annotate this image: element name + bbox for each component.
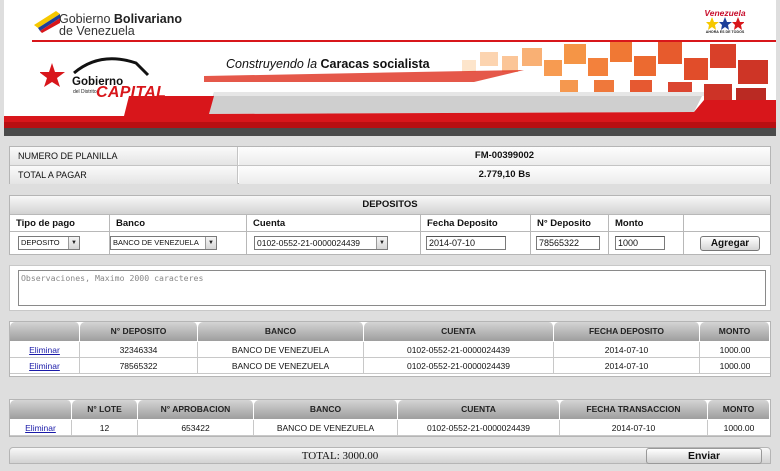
table-header-aprobacion: N° APROBACION [138, 400, 254, 419]
banco-select[interactable]: BANCO DE VENEZUELA ▼ [110, 236, 217, 250]
venezuela-flag-icon [34, 11, 60, 33]
monto-input[interactable]: 1000 [615, 236, 665, 250]
chevron-down-icon[interactable]: ▼ [68, 237, 79, 249]
summary-value: FM-00399002 [239, 147, 770, 165]
cell-numero: 78565322 [80, 358, 198, 374]
table-header-cuenta: CUENTA [364, 322, 554, 341]
agregar-button[interactable]: Agregar [700, 236, 760, 251]
cell-fecha: 2014-07-10 [554, 342, 700, 358]
table-header-action [10, 322, 80, 341]
slogan-prefix: Construyendo la [226, 57, 321, 71]
transacciones-table: N° LOTE N° APROBACION BANCO CUENTA FECHA… [9, 399, 771, 437]
table-header-lote: N° LOTE [72, 400, 138, 419]
cell-fecha: 2014-07-10 [554, 358, 700, 374]
total-bar: TOTAL: 3000.00 Enviar [9, 447, 771, 464]
depositos-row-divider [10, 231, 770, 232]
fecha-deposito-input[interactable]: 2014-07-10 [426, 236, 506, 250]
table-header-fecha: FECHA TRANSACCION [560, 400, 708, 419]
eliminar-link[interactable]: Eliminar [10, 342, 80, 358]
numero-label: N° Deposito [537, 218, 591, 229]
cell-banco: BANCO DE VENEZUELA [198, 358, 364, 374]
site-header: Gobierno Bolivariano de Venezuela Venezu… [4, 0, 776, 136]
cell-monto: 1000.00 [708, 420, 770, 436]
banco-value: BANCO DE VENEZUELA [113, 238, 199, 247]
table-header-monto: MONTO [708, 400, 770, 419]
gobierno-bolivariano-text: Gobierno Bolivariano de Venezuela [59, 13, 182, 38]
planilla-summary: NUMERO DE PLANILLA FM-00399002 TOTAL A P… [9, 146, 771, 184]
enviar-button[interactable]: Enviar [646, 448, 762, 464]
cuenta-select[interactable]: 0102-0552-21-0000024439 ▼ [254, 236, 388, 250]
depositos-form: DEPOSITOS Tipo de pago Banco Cuenta Fech… [9, 195, 771, 255]
table-header-action [10, 400, 72, 419]
table-header-monto: MONTO [700, 322, 770, 341]
brand-stars-icon [706, 17, 744, 30]
table-header-fecha: FECHA DEPOSITO [554, 322, 700, 341]
tipo-pago-label: Tipo de pago [16, 218, 75, 229]
chevron-down-icon[interactable]: ▼ [376, 237, 387, 249]
banco-label: Banco [116, 218, 146, 229]
cell-cuenta: 0102-0552-21-0000024439 [398, 420, 560, 436]
summary-label: NUMERO DE PLANILLA [10, 147, 238, 165]
monto-label: Monto [615, 218, 644, 229]
cell-numero: 32346334 [80, 342, 198, 358]
slogan-bold: Caracas socialista [320, 57, 430, 71]
capital-capital-text: CAPITAL [96, 84, 167, 101]
gov-line2: de Venezuela [59, 24, 135, 38]
depositos-title: DEPOSITOS [10, 196, 770, 214]
cell-aprobacion: 653422 [138, 420, 254, 436]
observaciones-panel: Observaciones, Maximo 2000 caracteres [9, 265, 771, 311]
cell-banco: BANCO DE VENEZUELA [254, 420, 398, 436]
cell-monto: 1000.00 [700, 342, 770, 358]
chevron-down-icon[interactable]: ▼ [205, 237, 216, 249]
summary-row-planilla: NUMERO DE PLANILLA FM-00399002 [10, 147, 770, 165]
table-header-banco: BANCO [198, 322, 364, 341]
summary-row-total: TOTAL A PAGAR 2.779,10 Bs [10, 166, 770, 184]
fecha-label: Fecha Deposito [427, 218, 498, 229]
slogan: Construyendo la Caracas socialista [226, 57, 430, 71]
capital-distrito-text: del Distrito [73, 89, 97, 95]
table-header-banco: BANCO [254, 400, 398, 419]
cell-lote: 12 [72, 420, 138, 436]
observaciones-textarea[interactable]: Observaciones, Maximo 2000 caracteres [18, 270, 766, 306]
tipo-pago-select[interactable]: DEPOSITO ▼ [18, 236, 80, 250]
total-label: TOTAL: 3000.00 [301, 450, 379, 462]
depositos-table: N° DEPOSITO BANCO CUENTA FECHA DEPOSITO … [9, 321, 771, 377]
header-red-rule [32, 40, 776, 42]
summary-value: 2.779,10 Bs [239, 166, 770, 184]
cell-fecha: 2014-07-10 [560, 420, 708, 436]
gobierno-bolivariano-logo: Gobierno Bolivariano de Venezuela [28, 8, 188, 38]
cell-monto: 1000.00 [700, 358, 770, 374]
numero-deposito-input[interactable]: 78565322 [536, 236, 600, 250]
table-header-numero: N° DEPOSITO [80, 322, 198, 341]
cuenta-value: 0102-0552-21-0000024439 [257, 238, 361, 248]
cell-banco: BANCO DE VENEZUELA [198, 342, 364, 358]
cell-cuenta: 0102-0552-21-0000024439 [364, 358, 554, 374]
gobierno-distrito-capital-logo: Gobierno del Distrito CAPITAL [40, 55, 170, 110]
cell-cuenta: 0102-0552-21-0000024439 [364, 342, 554, 358]
tipo-pago-value: DEPOSITO [21, 238, 60, 247]
table-header-cuenta: CUENTA [398, 400, 560, 419]
cuenta-label: Cuenta [253, 218, 286, 229]
eliminar-link[interactable]: Eliminar [10, 420, 72, 436]
summary-label: TOTAL A PAGAR [10, 166, 238, 184]
eliminar-link[interactable]: Eliminar [10, 358, 80, 374]
venezuela-brand-logo: Venezuela AHORA ES DE TODOS [700, 8, 750, 38]
venezuela-brand-subtitle: AHORA ES DE TODOS [705, 30, 745, 34]
